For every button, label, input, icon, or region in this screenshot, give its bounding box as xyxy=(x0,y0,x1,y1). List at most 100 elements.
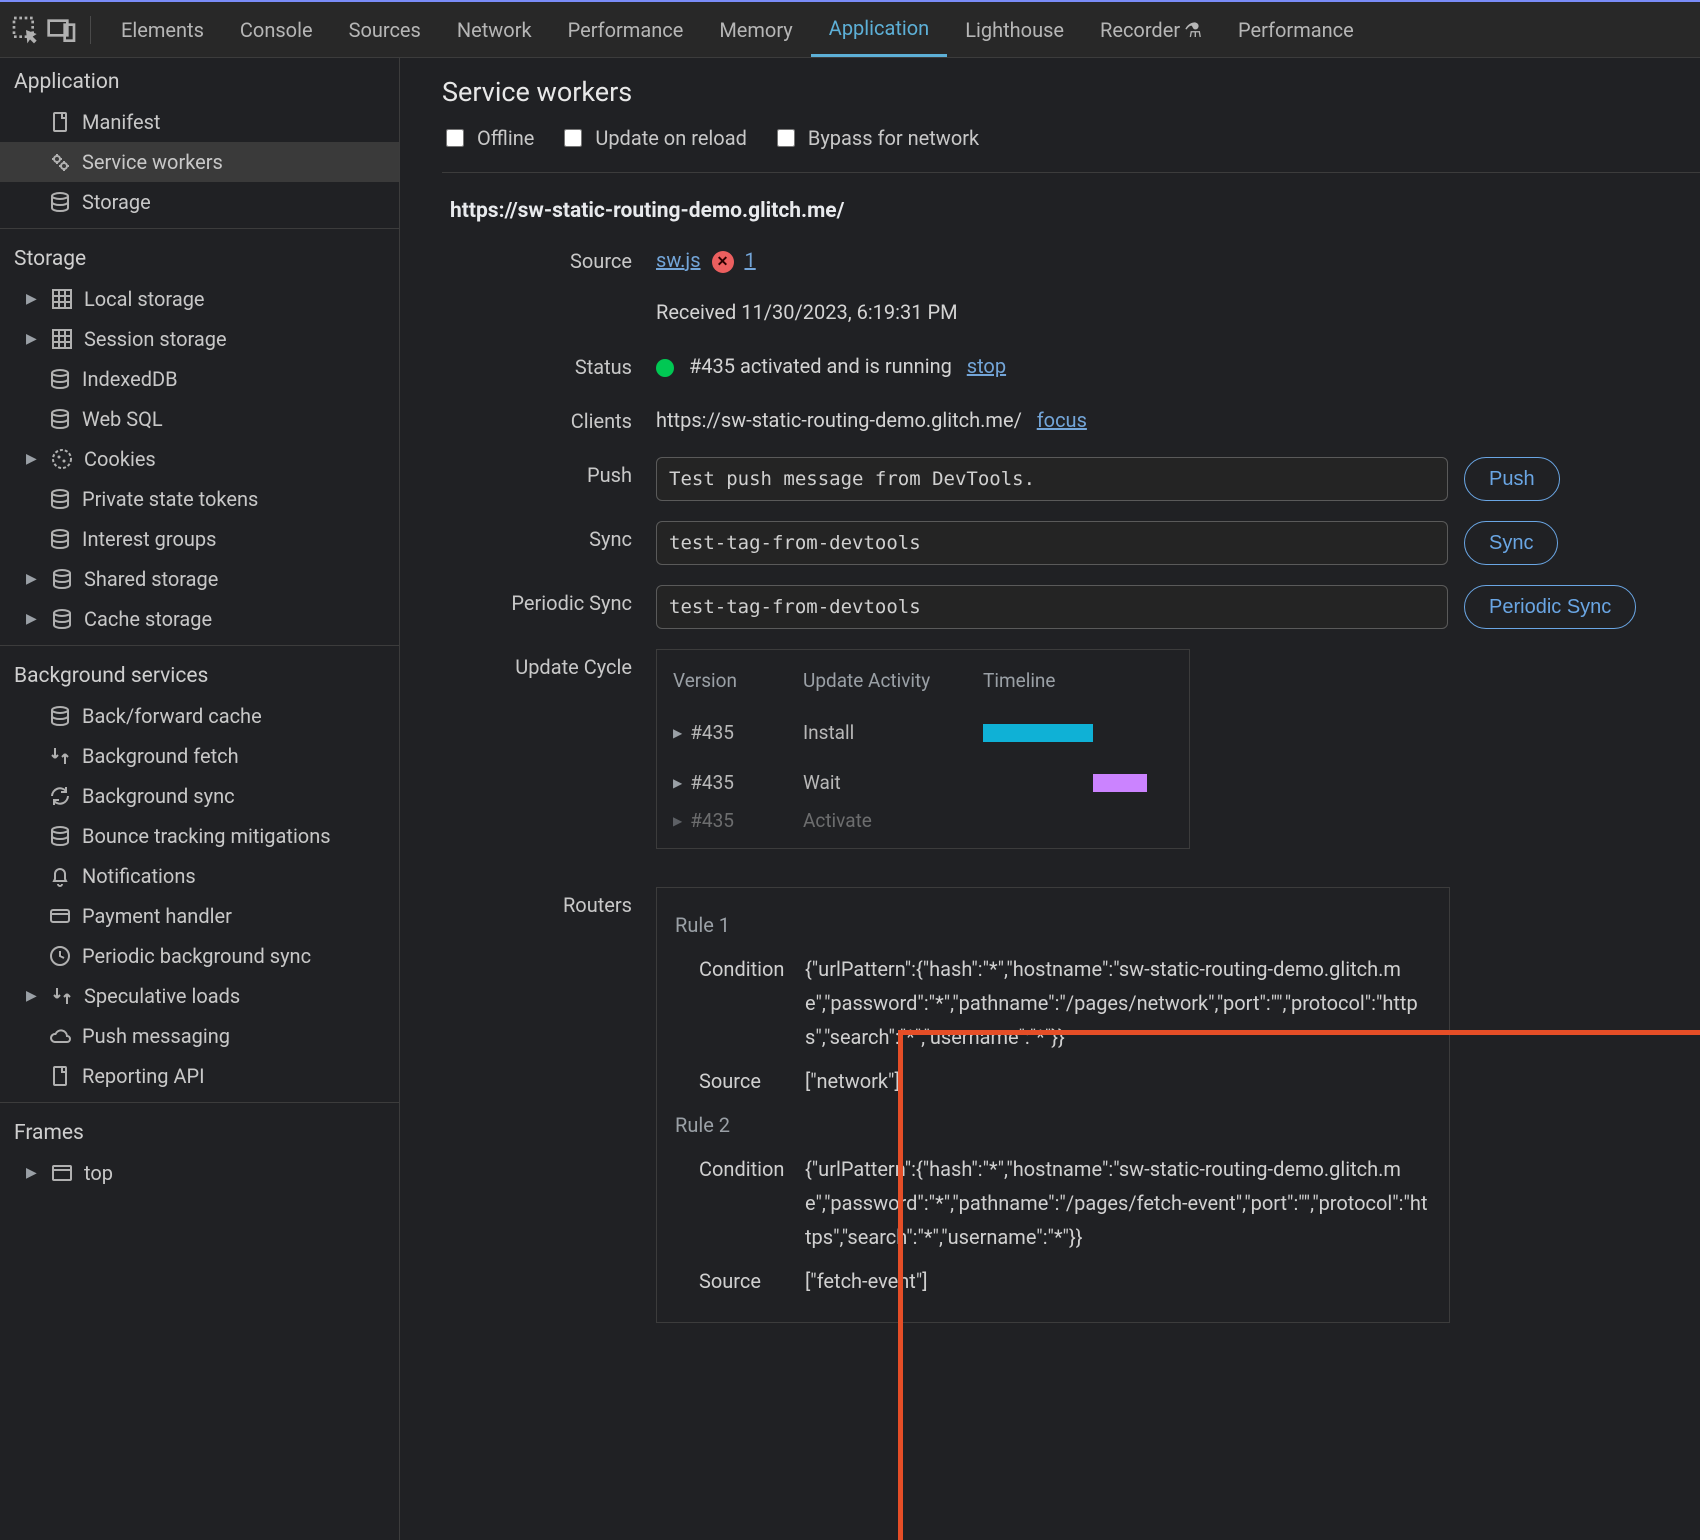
push-label: Push xyxy=(442,457,632,487)
fetch-icon xyxy=(50,984,74,1008)
fetch-icon xyxy=(48,744,72,768)
rule-condition-value: {"urlPattern":{"hash":"*","hostname":"sw… xyxy=(805,1152,1431,1254)
status-dot-icon xyxy=(656,359,674,377)
sidebar-storage-local-storage[interactable]: ▶Local storage xyxy=(0,279,399,319)
sidebar-bg-push-messaging[interactable]: Push messaging xyxy=(0,1016,399,1056)
sidebar-storage-web-sql[interactable]: Web SQL xyxy=(0,399,399,439)
sidebar-frames-top[interactable]: ▶top xyxy=(0,1153,399,1193)
sidebar-app-manifest[interactable]: Manifest xyxy=(0,102,399,142)
rule-condition-label: Condition xyxy=(675,1152,785,1254)
tree-item-label: Interest groups xyxy=(82,527,216,551)
update-cycle-label: Update Cycle xyxy=(442,649,632,679)
sync-button[interactable]: Sync xyxy=(1464,521,1558,565)
sidebar-bg-background-fetch[interactable]: Background fetch xyxy=(0,736,399,776)
timeline-bar xyxy=(1093,774,1147,792)
devtools-tabbar: ElementsConsoleSourcesNetworkPerformance… xyxy=(0,0,1700,58)
cycle-row[interactable]: ▶#435Install xyxy=(673,708,1173,758)
sidebar-storage-interest-groups[interactable]: Interest groups xyxy=(0,519,399,559)
tab-application[interactable]: Application xyxy=(811,2,947,57)
sidebar-storage-indexeddb[interactable]: IndexedDB xyxy=(0,359,399,399)
section-application: Application xyxy=(0,58,399,102)
push-button[interactable]: Push xyxy=(1464,457,1560,501)
source-received: Received 11/30/2023, 6:19:31 PM xyxy=(656,295,1700,329)
tab-performance[interactable]: Performance xyxy=(550,2,702,57)
tree-item-label: Private state tokens xyxy=(82,487,258,511)
rule-source-value: ["fetch-event"] xyxy=(805,1264,1431,1298)
sw-origin: https://sw-static-routing-demo.glitch.me… xyxy=(442,173,1700,233)
periodic-sync-button[interactable]: Periodic Sync xyxy=(1464,585,1636,629)
status-label: Status xyxy=(442,349,632,379)
offline-checkbox[interactable]: Offline xyxy=(442,126,534,150)
rule-source-value: ["network"] xyxy=(805,1064,1431,1098)
tab-network[interactable]: Network xyxy=(439,2,550,57)
sidebar-bg-payment-handler[interactable]: Payment handler xyxy=(0,896,399,936)
tab-sources[interactable]: Sources xyxy=(331,2,439,57)
sidebar-bg-speculative-loads[interactable]: ▶Speculative loads xyxy=(0,976,399,1016)
sidebar-storage-private-state-tokens[interactable]: Private state tokens xyxy=(0,479,399,519)
db-icon xyxy=(50,567,74,591)
tab-lighthouse[interactable]: Lighthouse xyxy=(947,2,1082,57)
section-bg: Background services xyxy=(0,652,399,696)
sync-input[interactable] xyxy=(656,521,1448,565)
sidebar-bg-bounce-tracking-mitigations[interactable]: Bounce tracking mitigations xyxy=(0,816,399,856)
sidebar-bg-periodic-background-sync[interactable]: Periodic background sync xyxy=(0,936,399,976)
sidebar-storage-cookies[interactable]: ▶Cookies xyxy=(0,439,399,479)
tab-elements[interactable]: Elements xyxy=(103,2,222,57)
client-focus-link[interactable]: focus xyxy=(1037,408,1087,432)
source-label: Source xyxy=(442,243,632,273)
cycle-hdr-activity: Update Activity xyxy=(803,664,963,698)
chevron-right-icon: ▶ xyxy=(26,611,40,627)
tree-item-label: Background sync xyxy=(82,784,235,808)
bypass-network-checkbox[interactable]: Bypass for network xyxy=(773,126,979,150)
db-icon xyxy=(48,190,72,214)
sidebar-bg-back-forward-cache[interactable]: Back/forward cache xyxy=(0,696,399,736)
update-on-reload-checkbox[interactable]: Update on reload xyxy=(560,126,747,150)
cycle-row[interactable]: ▶#435Activate xyxy=(673,808,1173,834)
sidebar-storage-session-storage[interactable]: ▶Session storage xyxy=(0,319,399,359)
clock-icon xyxy=(48,944,72,968)
sidebar-app-service-workers[interactable]: Service workers xyxy=(0,142,399,182)
tree-item-label: Push messaging xyxy=(82,1024,230,1048)
routers-label: Routers xyxy=(442,887,632,917)
rule-condition-label: Condition xyxy=(675,952,785,1054)
routers-box: Rule 1Condition{"urlPattern":{"hash":"*"… xyxy=(656,887,1450,1323)
tree-item-label: Web SQL xyxy=(82,407,163,431)
sidebar-storage-shared-storage[interactable]: ▶Shared storage xyxy=(0,559,399,599)
cycle-row[interactable]: ▶#435Wait xyxy=(673,758,1173,808)
separator xyxy=(90,16,91,44)
rule-source-label: Source xyxy=(675,1064,785,1098)
push-input[interactable] xyxy=(656,457,1448,501)
error-count-link[interactable]: 1 xyxy=(744,248,755,272)
sidebar-bg-reporting-api[interactable]: Reporting API xyxy=(0,1056,399,1096)
file-icon xyxy=(48,110,72,134)
chevron-right-icon: ▶ xyxy=(26,291,40,307)
tree-item-label: Notifications xyxy=(82,864,196,888)
sidebar: Application ManifestService workersStora… xyxy=(0,58,400,1540)
tab-recorder[interactable]: Recorder ⚗ xyxy=(1082,2,1220,57)
chevron-right-icon: ▶ xyxy=(26,451,40,467)
rule-title: Rule 2 xyxy=(675,1108,1431,1142)
chevron-right-icon: ▶ xyxy=(26,988,40,1004)
tree-item-label: Background fetch xyxy=(82,744,239,768)
sidebar-bg-notifications[interactable]: Notifications xyxy=(0,856,399,896)
tree-item-label: Reporting API xyxy=(82,1064,205,1088)
status-stop-link[interactable]: stop xyxy=(967,354,1006,378)
source-file-link[interactable]: sw.js xyxy=(656,248,701,272)
sidebar-storage-cache-storage[interactable]: ▶Cache storage xyxy=(0,599,399,639)
bypass-label: Bypass for network xyxy=(808,126,979,150)
sidebar-bg-background-sync[interactable]: Background sync xyxy=(0,776,399,816)
periodic-sync-input[interactable] xyxy=(656,585,1448,629)
rule-source-label: Source xyxy=(675,1264,785,1298)
tab-performance[interactable]: Performance xyxy=(1220,2,1372,57)
device-toolbar-icon[interactable] xyxy=(46,14,78,46)
grid-icon xyxy=(50,287,74,311)
sidebar-app-storage[interactable]: Storage xyxy=(0,182,399,222)
status-text: #435 activated and is running xyxy=(689,354,952,378)
page-title: Service workers xyxy=(442,76,1700,108)
inspect-icon[interactable] xyxy=(10,14,42,46)
error-icon[interactable]: ✕ xyxy=(712,251,734,273)
timeline-bar xyxy=(983,724,1093,742)
tab-console[interactable]: Console xyxy=(222,2,331,57)
tab-memory[interactable]: Memory xyxy=(701,2,810,57)
chevron-right-icon: ▶ xyxy=(26,1165,40,1181)
